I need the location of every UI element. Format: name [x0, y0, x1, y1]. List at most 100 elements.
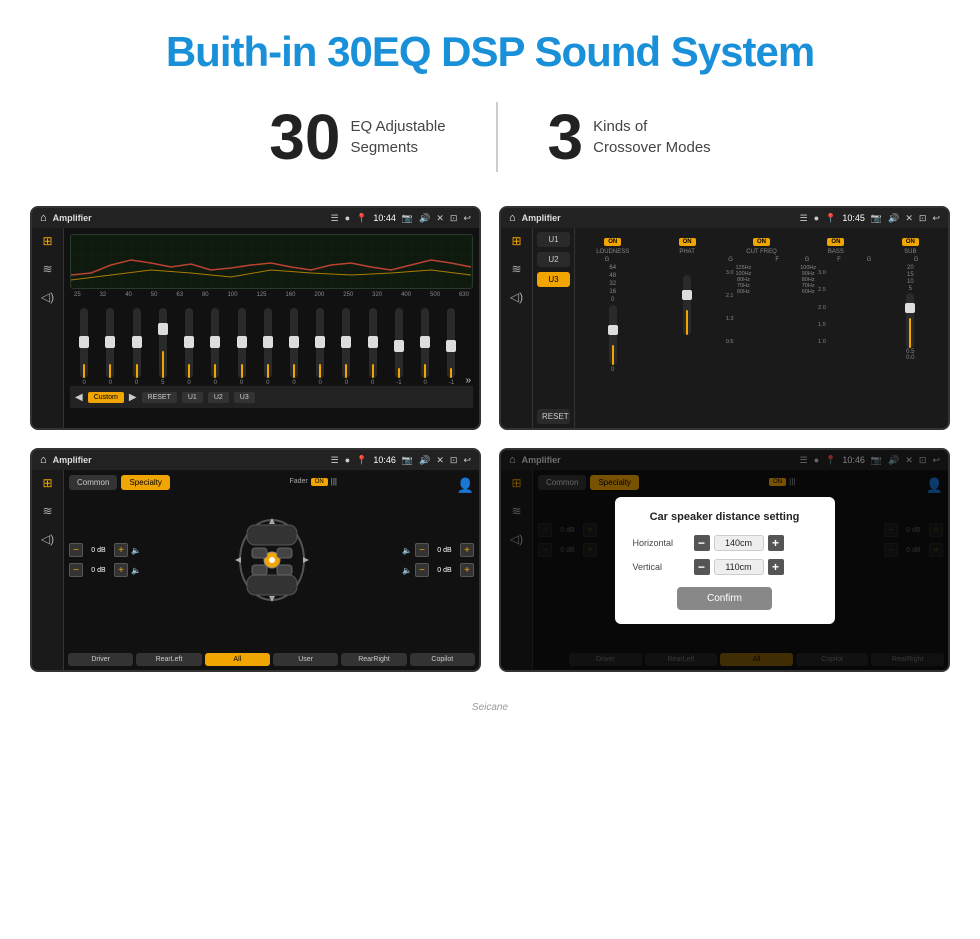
- dialog-screen: ⌂ Amplifier ☰ ● 📍 10:46 📷 🔊 ✕ ⊡ ↩ ⊞ ≋ ◁)…: [499, 448, 950, 672]
- eq-wave-icon[interactable]: ≋: [42, 262, 52, 276]
- expand-icon[interactable]: »: [466, 375, 472, 386]
- cross-dot-icon: ●: [814, 213, 819, 223]
- fader-on-badge[interactable]: ON: [311, 478, 328, 486]
- eq-slider-14[interactable]: -1: [439, 308, 463, 386]
- eq-slider-9[interactable]: 0: [308, 308, 332, 386]
- eq-reset-btn[interactable]: RESET: [142, 392, 177, 403]
- eq-u3-btn[interactable]: U3: [234, 392, 255, 403]
- user-btn[interactable]: User: [273, 653, 338, 666]
- cross-vol-sidebar-icon[interactable]: ◁): [510, 290, 523, 304]
- spec-tabs: Common Specialty: [69, 475, 170, 490]
- eq-slider-4[interactable]: 0: [177, 308, 201, 386]
- spec-back-icon[interactable]: ↩: [463, 455, 471, 466]
- eq-u1-btn[interactable]: U1: [182, 392, 203, 403]
- fl-plus-btn[interactable]: +: [114, 543, 128, 557]
- back-icon[interactable]: ↩: [463, 213, 471, 224]
- loudness-slider-col[interactable]: 64 48 32 16 0 0: [577, 265, 648, 426]
- horizontal-label: Horizontal: [633, 538, 688, 548]
- phat-slider-col[interactable]: [651, 265, 722, 426]
- specialty-screen: ⌂ Amplifier ☰ ● 📍 10:46 📷 🔊 ✕ ⊡ ↩ ⊞ ≋ ◁)…: [30, 448, 481, 672]
- confirm-button[interactable]: Confirm: [677, 587, 772, 610]
- eq-slider-8[interactable]: 0: [282, 308, 306, 386]
- sub-slider-col[interactable]: 20 15 10 5 0.50.0: [875, 265, 946, 426]
- eq-slider-13[interactable]: 0: [413, 308, 437, 386]
- preset-u3[interactable]: U3: [537, 272, 570, 287]
- spec-home-icon[interactable]: ⌂: [40, 454, 47, 466]
- cross-channels: ON LOUDNESS ON PHAT ON CUT FREQ ON BASS: [575, 228, 948, 428]
- eq-next-icon[interactable]: ▶: [129, 392, 137, 403]
- bass-slider-col[interactable]: 100Hz 90Hz 80Hz 70Hz 60Hz 3.02.52.01.51.…: [800, 265, 871, 426]
- eq-slider-2[interactable]: 0: [124, 308, 148, 386]
- fader-row: Fader ON |||: [289, 477, 337, 486]
- car-svg: [227, 510, 317, 610]
- rear-right-btn[interactable]: RearRight: [341, 653, 406, 666]
- preset-u2[interactable]: U2: [537, 252, 570, 267]
- eq-slider-6[interactable]: 0: [229, 308, 253, 386]
- eq-slider-7[interactable]: 0: [256, 308, 280, 386]
- horizontal-minus-btn[interactable]: −: [694, 535, 710, 551]
- cross-wave-icon[interactable]: ≋: [511, 262, 521, 276]
- rr-plus-btn[interactable]: +: [460, 563, 474, 577]
- fl-minus-btn[interactable]: −: [69, 543, 83, 557]
- stat-eq: 30 EQ Adjustable Segments: [219, 105, 495, 169]
- home-icon[interactable]: ⌂: [40, 212, 47, 224]
- cross-pin-icon: 📍: [825, 213, 836, 224]
- vertical-minus-btn[interactable]: −: [694, 559, 710, 575]
- copilot-btn[interactable]: Copilot: [410, 653, 475, 666]
- eq-slider-11[interactable]: 0: [361, 308, 385, 386]
- bass-on-btn[interactable]: ON: [827, 238, 844, 246]
- eq-screen-title: Amplifier: [53, 213, 325, 223]
- horizontal-value: 140cm: [714, 535, 764, 551]
- eq-slider-1[interactable]: 0: [98, 308, 122, 386]
- cutfreq-on-btn[interactable]: ON: [753, 238, 770, 246]
- spec-top-row: Common Specialty Fader ON ||| 👤: [69, 475, 474, 495]
- eq-slider-3[interactable]: 5: [151, 308, 175, 386]
- spec-vol-sidebar-icon[interactable]: ◁): [41, 532, 54, 546]
- dialog-title: Car speaker distance setting: [633, 511, 817, 523]
- eq-vol-icon[interactable]: ◁): [41, 290, 54, 304]
- vertical-plus-btn[interactable]: +: [768, 559, 784, 575]
- cross-reset-btn[interactable]: RESET: [537, 409, 570, 424]
- eq-content: ⊞ ≋ ◁): [32, 228, 479, 428]
- fr-minus-btn[interactable]: −: [415, 543, 429, 557]
- user-profile-icon[interactable]: 👤: [457, 477, 474, 494]
- spec-tab-specialty[interactable]: Specialty: [121, 475, 169, 490]
- cross-vol-icon: 🔊: [888, 213, 899, 224]
- eq-u2-btn[interactable]: U2: [208, 392, 229, 403]
- rr-minus-btn[interactable]: −: [415, 563, 429, 577]
- eq-slider-10[interactable]: 0: [334, 308, 358, 386]
- cross-back-icon[interactable]: ↩: [932, 213, 940, 224]
- phat-on-btn[interactable]: ON: [679, 238, 696, 246]
- spec-tune-icon[interactable]: ⊞: [42, 476, 52, 490]
- loudness-on-btn[interactable]: ON: [604, 238, 621, 246]
- spec-status-bar: ⌂ Amplifier ☰ ● 📍 10:46 📷 🔊 ✕ ⊡ ↩: [32, 450, 479, 470]
- driver-btn[interactable]: Driver: [68, 653, 133, 666]
- rl-minus-btn[interactable]: −: [69, 563, 83, 577]
- eq-custom-btn[interactable]: Custom: [88, 392, 124, 403]
- horizontal-plus-btn[interactable]: +: [768, 535, 784, 551]
- crossover-label: Kinds of Crossover Modes: [593, 116, 711, 158]
- rl-plus-btn[interactable]: +: [114, 563, 128, 577]
- spec-wave-icon[interactable]: ≋: [42, 504, 52, 518]
- preset-u1[interactable]: U1: [537, 232, 570, 247]
- rear-left-btn[interactable]: RearLeft: [136, 653, 201, 666]
- eq-slider-0[interactable]: 0: [72, 308, 96, 386]
- spec-tab-common[interactable]: Common: [69, 475, 117, 490]
- eq-prev-icon[interactable]: ◀: [75, 392, 83, 403]
- sub-on-btn[interactable]: ON: [902, 238, 919, 246]
- cross-tune-icon[interactable]: ⊞: [511, 234, 521, 248]
- cross-home-icon[interactable]: ⌂: [509, 212, 516, 224]
- spec-main: Common Specialty Fader ON ||| 👤: [64, 470, 479, 670]
- cutfreq-slider-col[interactable]: 3.02.11.30.5 125Hz 100Hz 80Hz 70Hz 60Hz: [726, 265, 797, 426]
- eq-slider-5[interactable]: 0: [203, 308, 227, 386]
- eq-tune-icon[interactable]: ⊞: [42, 234, 52, 248]
- eq-main: 2532405063 80100125160200 25032040050063…: [64, 228, 479, 428]
- right-speaker-controls: 🔈 − 0 dB + 🔈 − 0 dB +: [402, 543, 474, 577]
- watermark: Seicane: [0, 702, 980, 719]
- x-icon[interactable]: ✕: [436, 213, 444, 224]
- fr-plus-btn[interactable]: +: [460, 543, 474, 557]
- spec-x-icon[interactable]: ✕: [436, 455, 444, 466]
- all-btn[interactable]: All: [205, 653, 270, 666]
- cross-x-icon[interactable]: ✕: [905, 213, 913, 224]
- eq-slider-12[interactable]: -1: [387, 308, 411, 386]
